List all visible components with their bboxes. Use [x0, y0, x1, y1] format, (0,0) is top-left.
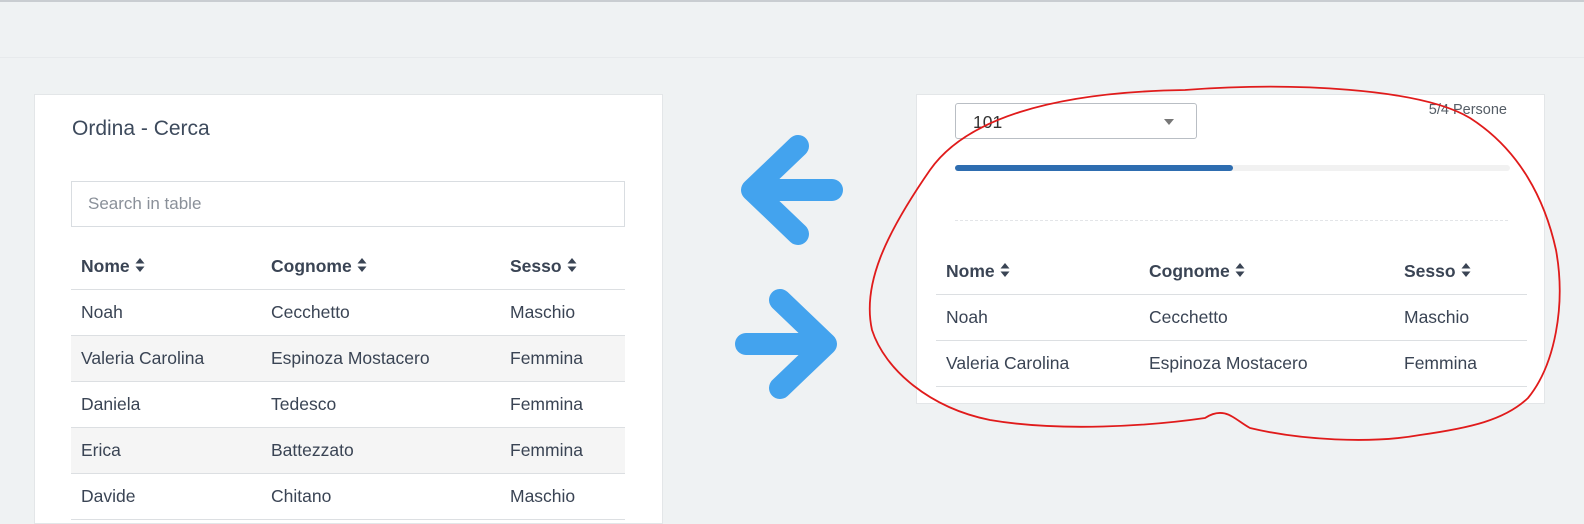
- people-table: Nome Cognome Sesso Noah Cecchetto Maschi…: [71, 243, 625, 520]
- cell-nome: Noah: [936, 294, 1139, 341]
- caret-down-icon: [1164, 119, 1174, 125]
- cell-cognome: Espinoza Mostacero: [1139, 340, 1394, 387]
- sort-icon: [567, 257, 577, 272]
- cell-nome: Valeria Carolina: [936, 340, 1139, 387]
- table-header-row: Nome Cognome Sesso: [936, 248, 1527, 295]
- card-title: Ordina - Cerca: [72, 117, 210, 140]
- cell-nome: Daniela: [71, 381, 261, 428]
- cell-sesso: Femmina: [500, 381, 625, 428]
- sort-icon: [1235, 262, 1245, 277]
- sort-icon: [1461, 262, 1471, 277]
- cell-cognome: Cecchetto: [261, 289, 500, 336]
- sort-icon: [135, 257, 145, 272]
- column-header-nome[interactable]: Nome: [71, 243, 261, 290]
- column-header-nome[interactable]: Nome: [936, 248, 1139, 295]
- table-row[interactable]: Valeria Carolina Espinoza Mostacero Femm…: [71, 335, 625, 382]
- table-header-row: Nome Cognome Sesso: [71, 243, 625, 290]
- cell-sesso: Femmina: [500, 427, 625, 474]
- sort-icon: [357, 257, 367, 272]
- divider: [955, 220, 1508, 221]
- cell-sesso: Femmina: [1394, 340, 1527, 387]
- cell-cognome: Espinoza Mostacero: [261, 335, 500, 382]
- arrow-right-icon: [735, 289, 837, 399]
- table-row[interactable]: Daniela Tedesco Femmina: [71, 381, 625, 428]
- column-header-sesso[interactable]: Sesso: [500, 243, 625, 290]
- people-table: Nome Cognome Sesso Noah Cecchetto Maschi…: [936, 248, 1527, 387]
- column-header-sesso[interactable]: Sesso: [1394, 248, 1527, 295]
- column-header-cognome[interactable]: Cognome: [261, 243, 500, 290]
- group-select[interactable]: 101: [955, 103, 1197, 139]
- table-row[interactable]: Noah Cecchetto Maschio: [936, 294, 1527, 341]
- table-row[interactable]: Noah Cecchetto Maschio: [71, 289, 625, 336]
- cell-nome: Erica: [71, 427, 261, 474]
- people-count-label: 5/4 Persone: [1428, 102, 1507, 118]
- header-band: [0, 2, 1584, 58]
- cell-cognome: Cecchetto: [1139, 294, 1394, 341]
- cell-nome: Noah: [71, 289, 261, 336]
- progress-bar: [955, 165, 1510, 171]
- people-widget-card: 101 5/4 Persone Nome Cognome Sesso Noah …: [916, 94, 1545, 404]
- group-select-value: 101: [973, 112, 1003, 132]
- cell-sesso: Maschio: [1394, 294, 1527, 341]
- search-input[interactable]: [71, 181, 625, 227]
- cell-cognome: Battezzato: [261, 427, 500, 474]
- cell-sesso: Maschio: [500, 289, 625, 336]
- sort-icon: [1000, 262, 1010, 277]
- column-header-cognome[interactable]: Cognome: [1139, 248, 1394, 295]
- progress-bar-fill: [955, 165, 1233, 171]
- arrow-left-icon: [741, 135, 843, 245]
- sort-search-card: Ordina - Cerca Nome Cognome Sesso Noah C…: [34, 94, 663, 524]
- cell-nome: Valeria Carolina: [71, 335, 261, 382]
- cell-cognome: Tedesco: [261, 381, 500, 428]
- cell-sesso: Femmina: [500, 335, 625, 382]
- table-row[interactable]: Valeria Carolina Espinoza Mostacero Femm…: [936, 340, 1527, 387]
- table-row[interactable]: Erica Battezzato Femmina: [71, 427, 625, 474]
